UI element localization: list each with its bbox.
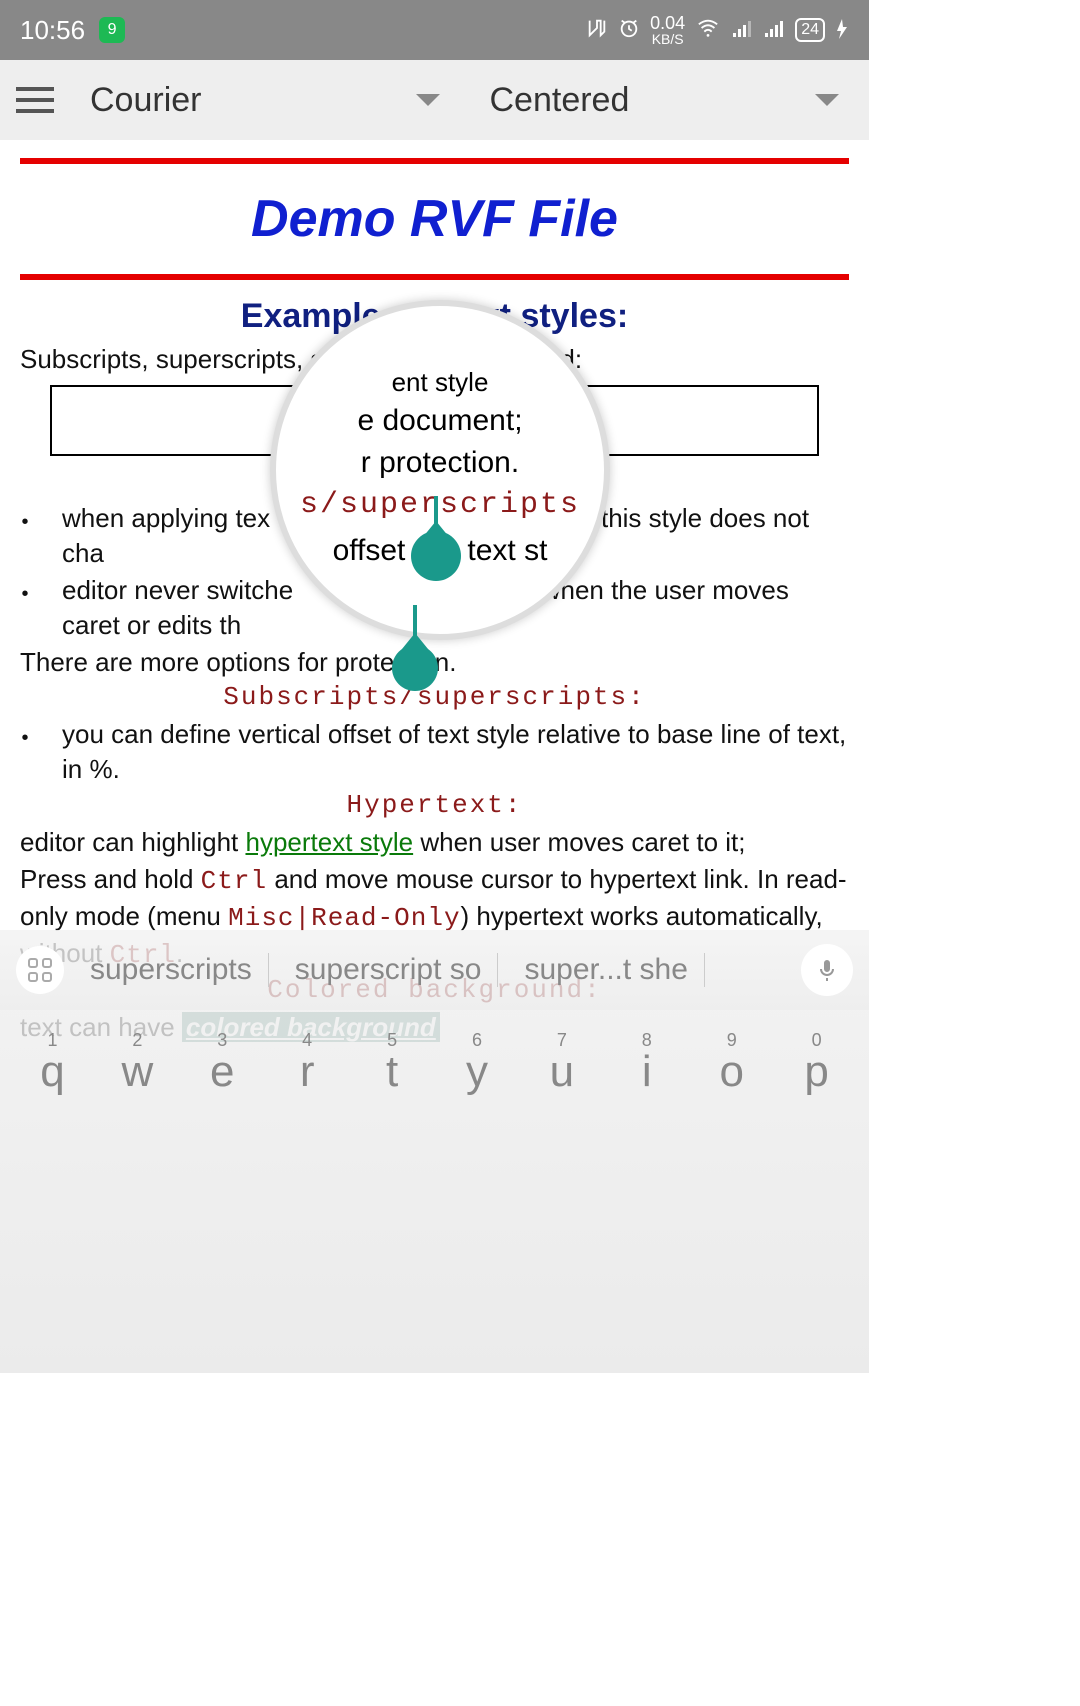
font-dropdown-label: Courier	[90, 81, 201, 120]
align-dropdown[interactable]: Centered	[470, 81, 860, 120]
app-toolbar: Courier Centered	[0, 60, 869, 140]
signal-2-icon	[763, 15, 785, 46]
key-r[interactable]: 4r	[265, 1030, 350, 1097]
data-speed-value: 0.04	[650, 14, 685, 32]
hypertext-heading: Hypertext:	[20, 788, 849, 823]
hyperlink[interactable]: hypertext style	[245, 827, 413, 857]
clock-time: 10:56	[20, 15, 85, 46]
battery-indicator: 24	[795, 18, 825, 42]
chevron-down-icon	[815, 94, 839, 106]
keyboard-apps-button[interactable]	[16, 946, 64, 994]
font-dropdown[interactable]: Courier	[70, 81, 460, 120]
suggestion-item[interactable]: superscripts	[74, 953, 269, 987]
data-speed-unit: KB/S	[650, 32, 685, 46]
magnifier-lens: ent style e document; r protection. s/su…	[270, 300, 610, 640]
voice-input-button[interactable]	[801, 944, 853, 996]
charging-icon	[835, 15, 849, 46]
notification-badge: 9	[99, 17, 125, 43]
soft-keyboard: 1q 2w 3e 4r 5t 6y 7u 8i 9o 0p	[0, 1010, 869, 1373]
key-w[interactable]: 2w	[95, 1030, 180, 1097]
suggestion-item[interactable]: superscript so	[279, 953, 499, 987]
status-bar: 10:56 9 0.04 KB/S 24	[0, 0, 869, 60]
suggestion-bar: superscripts superscript so super...t sh…	[0, 930, 869, 1010]
chevron-down-icon	[416, 94, 440, 106]
signal-1-icon	[731, 15, 753, 46]
key-t[interactable]: 5t	[350, 1030, 435, 1097]
text: Subscripts, superscripts, sy	[20, 344, 336, 374]
key-o[interactable]: 9o	[689, 1030, 774, 1097]
mag-line: r protection.	[361, 442, 519, 484]
key-y[interactable]: 6y	[435, 1030, 520, 1097]
subsup-heading: Subscripts/superscripts:	[20, 680, 849, 715]
bullet-dot: •	[20, 581, 30, 608]
suggestion-item[interactable]: super...t she	[508, 953, 704, 987]
code-text: Misc|Read-Only	[228, 903, 460, 933]
mag-line: s/superscripts	[300, 484, 580, 526]
menu-button[interactable]	[10, 75, 60, 125]
key-i[interactable]: 8i	[604, 1030, 689, 1097]
data-speed: 0.04 KB/S	[650, 14, 685, 46]
key-p[interactable]: 0p	[774, 1030, 859, 1097]
key-q[interactable]: 1q	[10, 1030, 95, 1097]
nfc-icon	[586, 15, 608, 46]
horizontal-rule	[20, 274, 849, 280]
mag-line: offset text st	[333, 526, 548, 576]
status-right: 0.04 KB/S 24	[586, 14, 849, 46]
bullet-dot: •	[20, 725, 30, 752]
key-u[interactable]: 7u	[519, 1030, 604, 1097]
mag-line: e document;	[357, 400, 522, 442]
list-item: • you can define vertical offset of text…	[20, 717, 849, 787]
code-text: Ctrl	[201, 866, 267, 896]
text-line: editor can highlight hypertext style whe…	[20, 825, 849, 860]
doc-title: Demo RVF File	[20, 164, 849, 274]
text: you can define vertical offset of text s…	[48, 717, 849, 787]
keyboard-row: 1q 2w 3e 4r 5t 6y 7u 8i 9o 0p	[10, 1030, 859, 1097]
cursor-handle[interactable]	[392, 645, 438, 691]
alarm-icon	[618, 15, 640, 46]
key-e[interactable]: 3e	[180, 1030, 265, 1097]
align-dropdown-label: Centered	[490, 81, 630, 120]
status-left: 10:56 9	[20, 15, 125, 46]
bullet-dot: •	[20, 509, 30, 536]
wifi-icon	[695, 15, 721, 46]
mag-line: ent style	[392, 364, 489, 400]
